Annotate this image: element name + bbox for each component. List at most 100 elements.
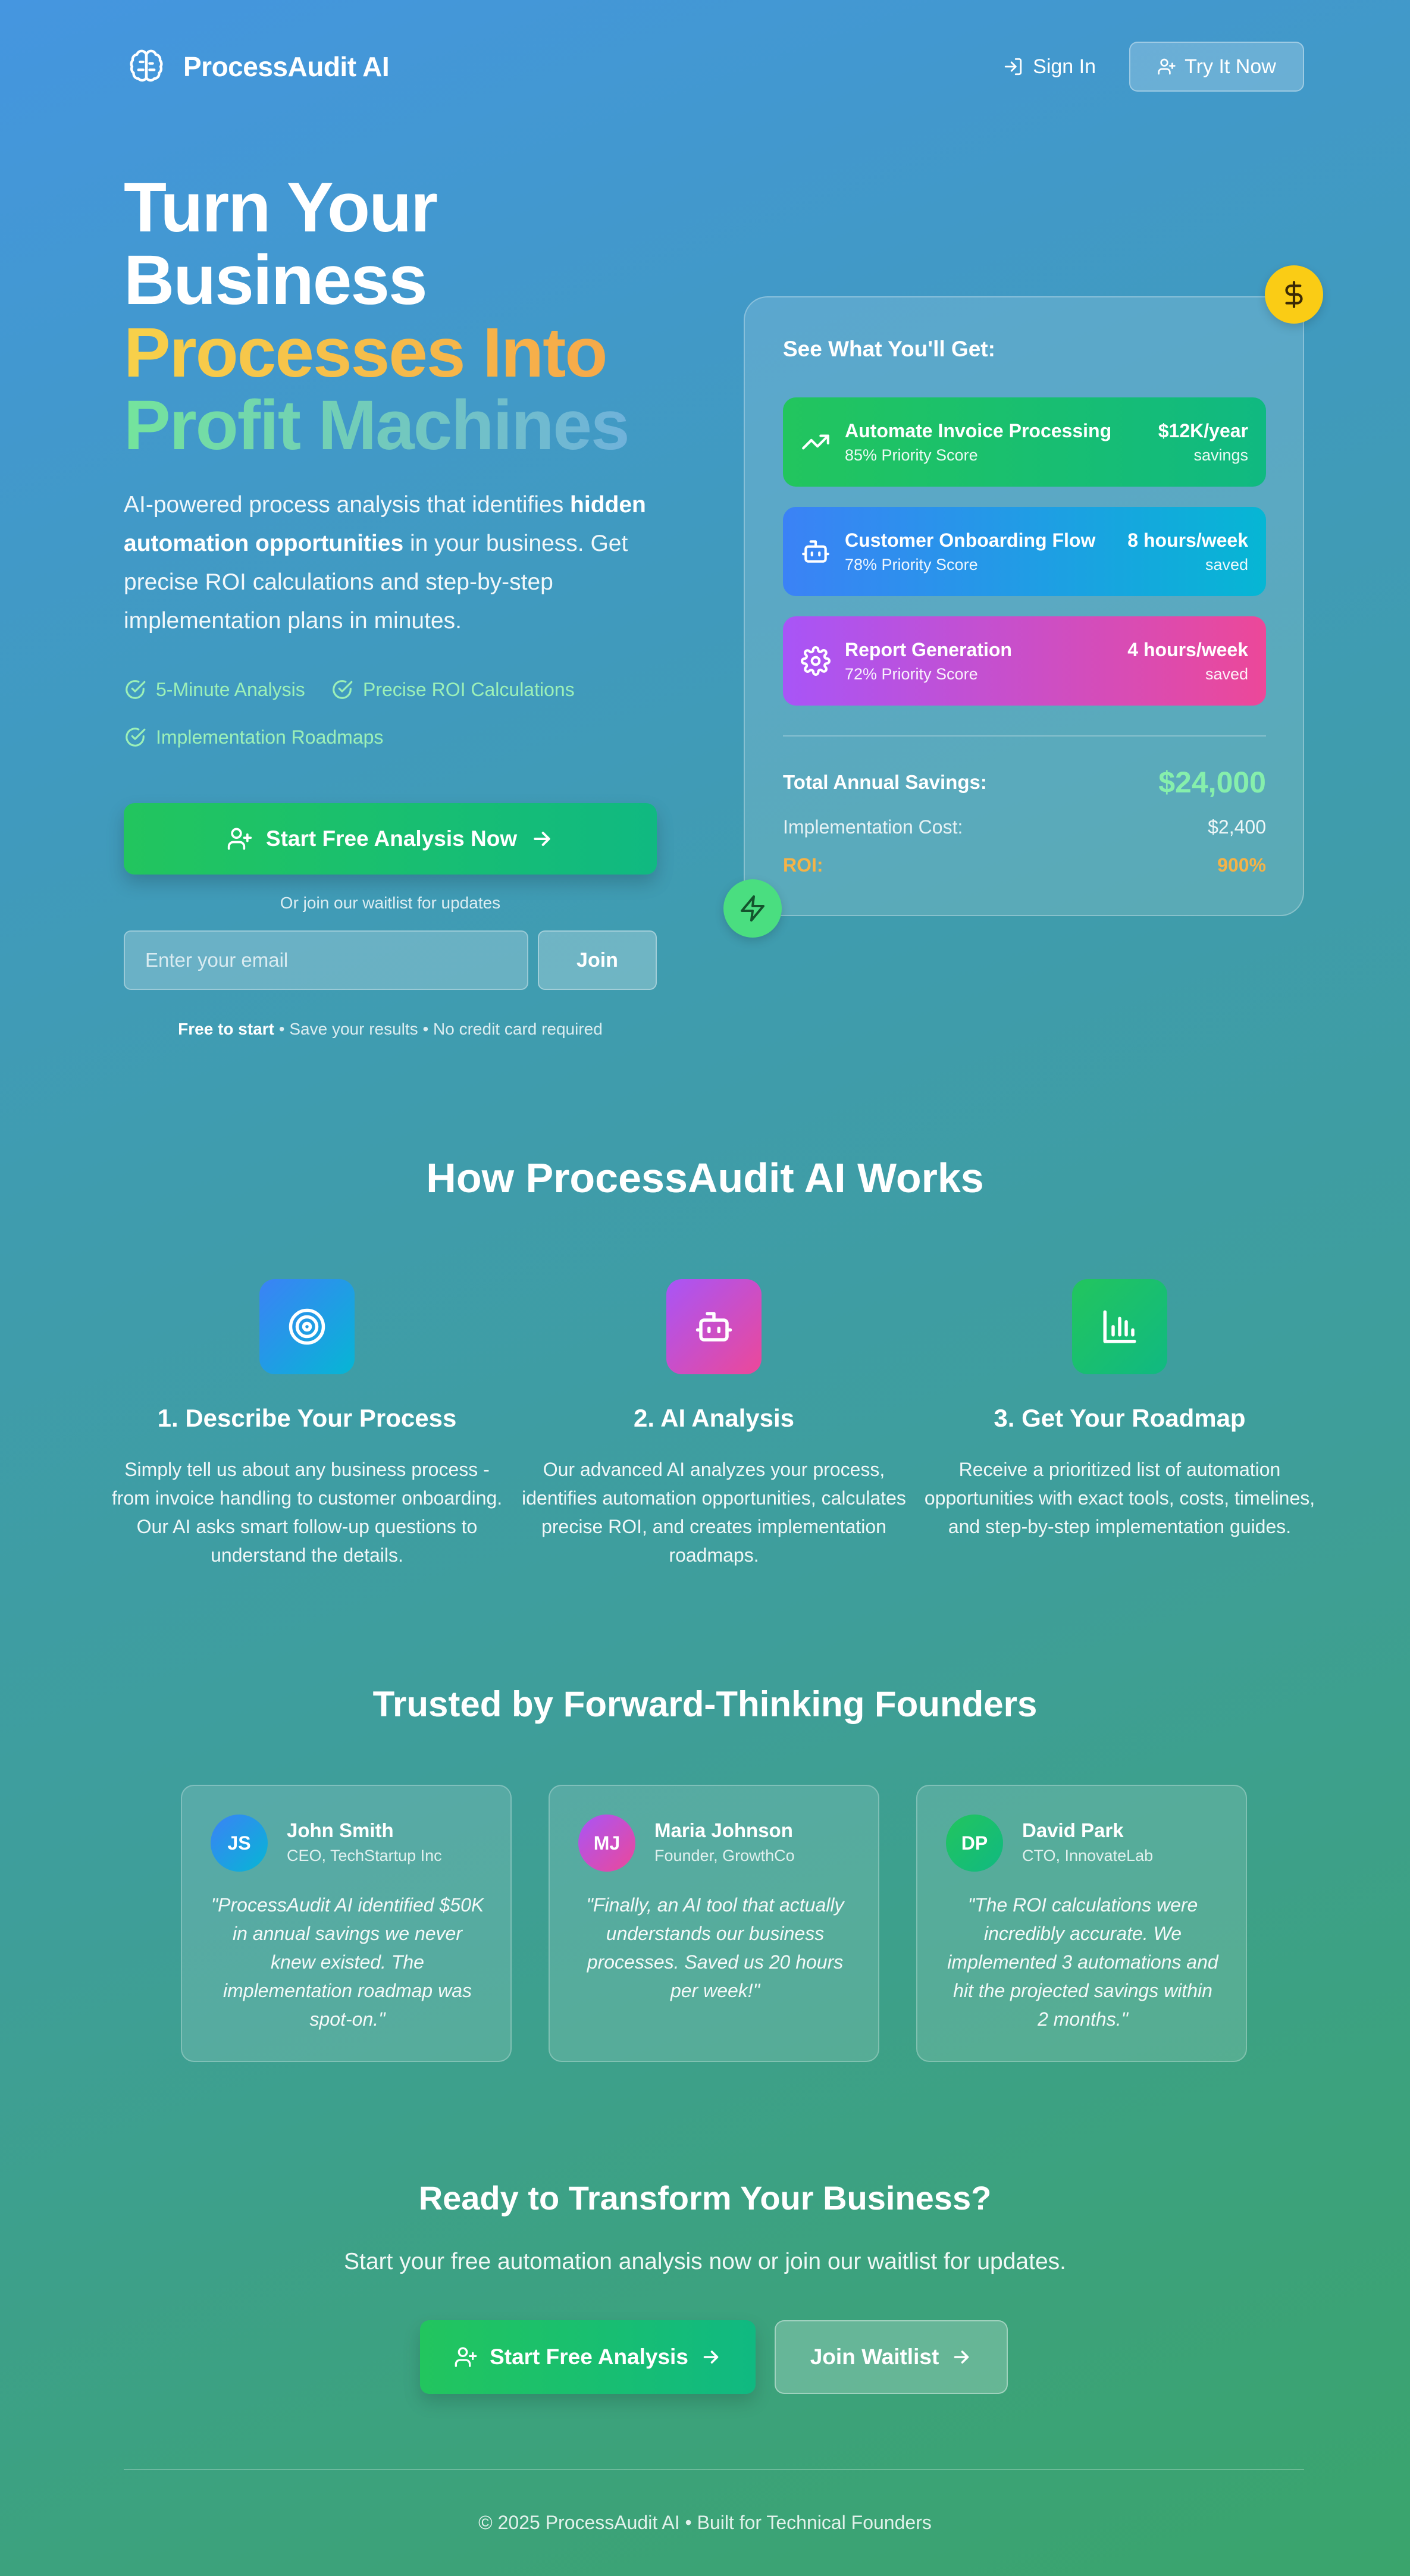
- sign-in-link[interactable]: Sign In: [1003, 42, 1096, 92]
- arrow-right-icon: [954, 2351, 969, 2364]
- email-placeholder: Enter your email: [145, 949, 289, 971]
- roi-value: 900%: [1217, 854, 1266, 876]
- step-2-text: Our advanced AI analyzes your process, i…: [522, 1459, 906, 1566]
- avatar: MJ: [578, 1815, 635, 1872]
- step-2-icon-tile: [666, 1279, 762, 1374]
- step-3-title: 3. Get Your Roadmap: [994, 1404, 1246, 1432]
- feature-roi: Precise ROI Calculations: [331, 678, 575, 701]
- opportunity-unit: savings: [1193, 446, 1248, 464]
- card-divider: [783, 735, 1266, 737]
- cta-label: Start Free Analysis Now: [265, 826, 518, 851]
- footer-text: © 2025 ProcessAudit AI • Built for Techn…: [478, 2512, 932, 2533]
- email-input[interactable]: Enter your email: [124, 930, 528, 990]
- final-cta-subtitle: Start your free automation analysis now …: [344, 2249, 1066, 2274]
- lightning-badge: [723, 879, 782, 938]
- opportunity-value: 8 hours/week: [1127, 529, 1248, 551]
- free-to-start-rest: • Save your results • No credit card req…: [274, 1020, 603, 1038]
- testimonial-card: DP David Park CTO, InnovateLab "The ROI …: [916, 1785, 1247, 2062]
- total-savings-value: $24,000: [1158, 766, 1266, 799]
- dollar-badge: [1265, 265, 1323, 324]
- step-1-icon-tile: [259, 1279, 355, 1374]
- savings-preview-card: See What You'll Get: Automate Invoice Pr…: [744, 296, 1304, 916]
- join-button[interactable]: Join: [538, 930, 657, 990]
- trending-up-icon: [802, 434, 829, 450]
- hero-title-line-2: Business: [124, 241, 428, 319]
- start-free-analysis-button[interactable]: Start Free Analysis: [420, 2320, 756, 2394]
- target-icon: [289, 1308, 325, 1345]
- testimonials-title: Trusted by Forward-Thinking Founders: [372, 1684, 1038, 1724]
- testimonial-quote: "ProcessAudit AI identified $50K in annu…: [211, 1894, 484, 2030]
- card-title: See What You'll Get:: [783, 337, 995, 361]
- testimonial-role: Founder, GrowthCo: [654, 1847, 795, 1864]
- testimonial-role: CTO, InnovateLab: [1022, 1847, 1154, 1864]
- testimonial-name: David Park: [1022, 1819, 1124, 1841]
- testimonial-name: Maria Johnson: [654, 1819, 793, 1841]
- try-it-now-label: Try It Now: [1185, 55, 1276, 78]
- dollar-icon: [1285, 281, 1303, 308]
- user-plus-icon: [455, 2347, 477, 2367]
- top-nav: ProcessAudit AI Sign In Try It Now: [124, 42, 1304, 92]
- brand-logo[interactable]: ProcessAudit AI: [124, 42, 390, 92]
- implementation-cost-value: $2,400: [1208, 816, 1266, 838]
- testimonial-name: John Smith: [287, 1819, 394, 1841]
- implementation-cost-label: Implementation Cost:: [783, 816, 963, 838]
- sign-in-label: Sign In: [1033, 55, 1096, 78]
- opportunity-score: 72% Priority Score: [845, 665, 978, 683]
- opportunity-invoice[interactable]: Automate Invoice Processing 85% Priority…: [783, 397, 1266, 487]
- join-waitlist-label: Join Waitlist: [810, 2345, 939, 2369]
- hero-desc-text-1: AI-powered process analysis that identif…: [124, 492, 571, 518]
- opportunity-name: Customer Onboarding Flow: [845, 529, 1096, 551]
- check-circle-icon: [126, 728, 146, 747]
- opportunity-score: 85% Priority Score: [845, 446, 978, 464]
- user-plus-icon: [227, 828, 252, 850]
- brain-icon: [124, 44, 169, 89]
- user-plus-icon: [1158, 58, 1176, 75]
- opportunity-unit: saved: [1205, 556, 1248, 574]
- hero-title-line-1: Turn Your: [124, 168, 438, 247]
- start-free-analysis-now-button[interactable]: Start Free Analysis Now: [124, 803, 657, 875]
- testimonial-quote: "Finally, an AI tool that actually under…: [586, 1894, 844, 2001]
- brand-name: ProcessAudit AI: [183, 51, 390, 82]
- arrow-right-icon: [703, 2351, 719, 2364]
- opportunity-name: Automate Invoice Processing: [845, 420, 1112, 441]
- footer-divider: [124, 2469, 1304, 2470]
- waitlist-hint: Or join our waitlist for updates: [280, 894, 501, 912]
- bot-icon: [802, 540, 829, 563]
- implementation-cost-row: Implementation Cost: $2,400: [783, 816, 1266, 846]
- log-in-icon: [1004, 58, 1022, 76]
- free-to-start-note: Free to start • Save your results • No c…: [124, 1020, 657, 1039]
- step-2-title: 2. AI Analysis: [633, 1404, 794, 1432]
- hero-description: AI-powered process analysis that identif…: [124, 485, 671, 640]
- feature-label: Implementation Roadmaps: [156, 726, 384, 748]
- step-3-text: Receive a prioritized list of automation…: [924, 1459, 1315, 1537]
- free-to-start-bold: Free to start: [178, 1020, 274, 1038]
- step-1-text: Simply tell us about any business proces…: [111, 1459, 503, 1566]
- total-savings-row: Total Annual Savings: $24,000: [783, 765, 1266, 801]
- opportunity-name: Report Generation: [845, 639, 1012, 660]
- bot-icon: [695, 1312, 732, 1342]
- feature-five-minute: 5-Minute Analysis: [124, 678, 305, 701]
- roi-row: ROI: 900%: [783, 854, 1266, 884]
- join-waitlist-button[interactable]: Join Waitlist: [775, 2320, 1008, 2394]
- testimonial-card: JS John Smith CEO, TechStartup Inc "Proc…: [181, 1785, 512, 2062]
- opportunity-onboarding[interactable]: Customer Onboarding Flow 78% Priority Sc…: [783, 507, 1266, 596]
- feature-label: Precise ROI Calculations: [363, 678, 575, 700]
- lightning-icon: [741, 895, 764, 922]
- check-circle-icon: [333, 680, 353, 699]
- testimonial-card: MJ Maria Johnson Founder, GrowthCo "Fina…: [549, 1785, 879, 2062]
- avatar: DP: [946, 1815, 1003, 1872]
- roi-label: ROI:: [783, 854, 823, 876]
- step-3-icon-tile: [1072, 1279, 1167, 1374]
- opportunity-reports[interactable]: Report Generation 72% Priority Score 4 h…: [783, 616, 1266, 706]
- step-1-title: 1. Describe Your Process: [157, 1404, 457, 1432]
- avatar: JS: [211, 1815, 268, 1872]
- how-it-works-title: How ProcessAudit AI Works: [426, 1155, 984, 1201]
- final-cta-title: Ready to Transform Your Business?: [418, 2179, 992, 2217]
- opportunity-unit: saved: [1205, 665, 1248, 683]
- hero-title-line-4: Profit Machines: [124, 389, 719, 462]
- feature-label: 5-Minute Analysis: [156, 678, 305, 700]
- gear-icon: [801, 646, 831, 676]
- opportunity-value: 4 hours/week: [1127, 639, 1248, 660]
- try-it-now-button[interactable]: Try It Now: [1129, 42, 1304, 92]
- total-savings-label: Total Annual Savings:: [783, 771, 987, 793]
